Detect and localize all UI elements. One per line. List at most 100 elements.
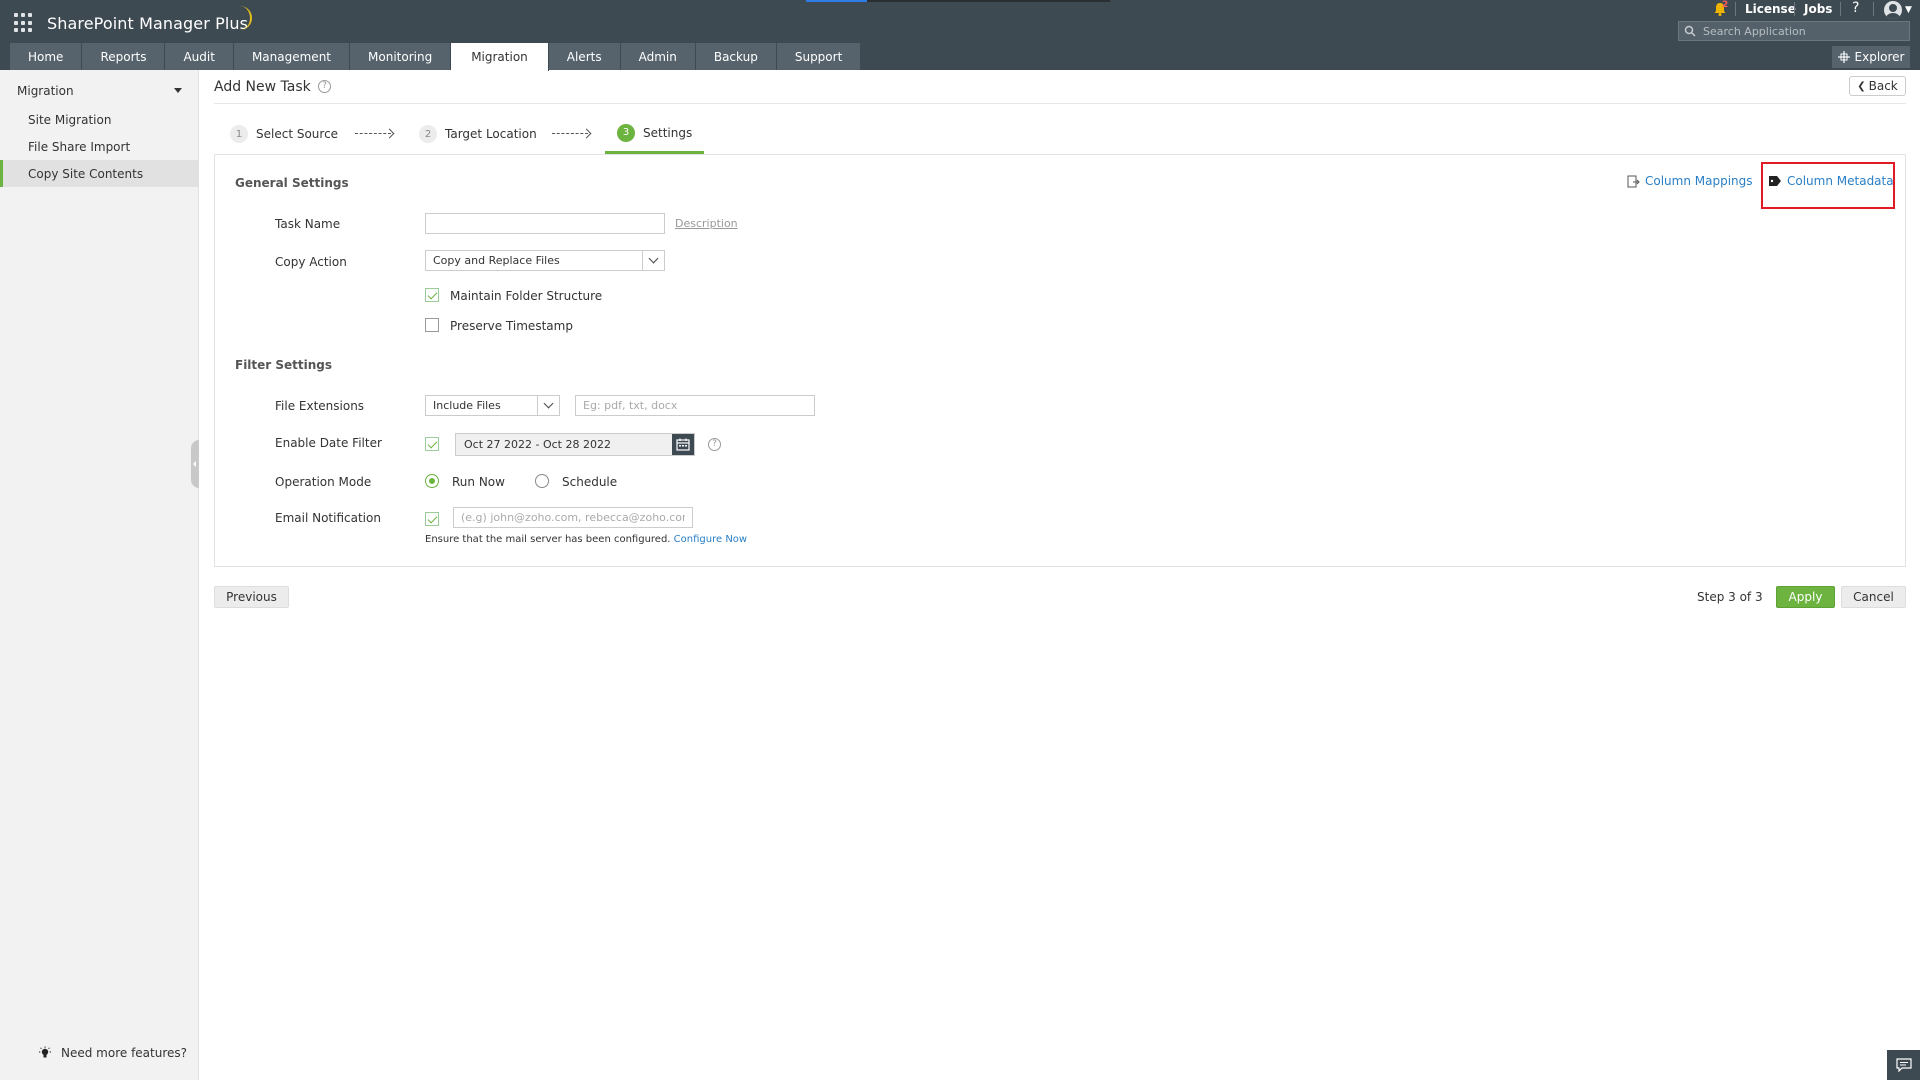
file-extensions-label: File Extensions bbox=[275, 399, 365, 413]
search-application-box[interactable] bbox=[1678, 21, 1910, 41]
tab-migration[interactable]: Migration bbox=[451, 43, 549, 71]
enable-date-filter-label: Enable Date Filter bbox=[275, 436, 382, 450]
date-range-field[interactable]: Oct 27 2022 - Oct 28 2022 bbox=[455, 433, 695, 456]
wizard-footer: Previous Step 3 of 3 Apply Cancel bbox=[214, 586, 1906, 608]
settings-panel: General Settings Column Mappings Column … bbox=[214, 154, 1906, 567]
task-name-label: Task Name bbox=[275, 217, 341, 231]
lightbulb-icon bbox=[39, 1046, 51, 1058]
tab-audit[interactable]: Audit bbox=[165, 43, 234, 70]
header-divider bbox=[1840, 2, 1841, 16]
configure-now-link[interactable]: Configure Now bbox=[674, 534, 747, 545]
tab-home[interactable]: Home bbox=[10, 43, 83, 70]
description-link[interactable]: Description bbox=[675, 217, 738, 230]
step-settings[interactable]: 3 Settings bbox=[605, 114, 705, 154]
search-icon bbox=[1684, 25, 1696, 37]
back-button[interactable]: ❮ Back bbox=[1849, 76, 1906, 96]
page-title: Add New Task bbox=[214, 79, 311, 95]
user-avatar-icon[interactable] bbox=[1884, 1, 1902, 19]
chevron-down-icon bbox=[642, 251, 664, 270]
maintain-folder-structure-checkbox[interactable] bbox=[425, 288, 439, 302]
maintain-folder-structure-label: Maintain Folder Structure bbox=[450, 289, 603, 303]
task-name-input[interactable] bbox=[425, 213, 665, 234]
step-target-location[interactable]: 2 Target Location bbox=[419, 114, 537, 154]
tab-reports[interactable]: Reports bbox=[82, 43, 166, 70]
schedule-label: Schedule bbox=[562, 475, 618, 489]
chevron-down-icon bbox=[537, 396, 559, 415]
tab-monitoring[interactable]: Monitoring bbox=[350, 43, 452, 70]
license-link[interactable]: License bbox=[1745, 2, 1796, 16]
top-header: SharePoint Manager Plus 2 License Jobs ?… bbox=[0, 0, 1920, 71]
email-notification-checkbox[interactable] bbox=[425, 512, 439, 526]
column-mappings-icon bbox=[1627, 175, 1640, 187]
need-more-features-link[interactable]: Need more features? bbox=[38, 1046, 187, 1060]
step-count: Step 3 of 3 bbox=[1697, 590, 1763, 604]
cancel-button[interactable]: Cancel bbox=[1841, 586, 1906, 608]
step-number: 3 bbox=[617, 123, 635, 142]
file-extensions-mode-select[interactable]: Include Files bbox=[425, 395, 560, 416]
step-arrow-icon bbox=[355, 133, 391, 135]
help-icon[interactable]: ? bbox=[1852, 0, 1859, 16]
general-settings-title: General Settings bbox=[235, 176, 349, 190]
mail-server-note-text: Ensure that the mail server has been con… bbox=[425, 534, 671, 545]
apply-button[interactable]: Apply bbox=[1776, 586, 1835, 608]
apps-grid-icon[interactable] bbox=[14, 13, 34, 33]
email-input[interactable] bbox=[453, 507, 693, 528]
jobs-link[interactable]: Jobs bbox=[1804, 2, 1832, 16]
step-label: Select Source bbox=[256, 127, 339, 141]
operation-mode-label: Operation Mode bbox=[275, 475, 372, 489]
previous-button[interactable]: Previous bbox=[214, 586, 289, 608]
column-metadata-label: Column Metadata bbox=[1787, 174, 1894, 188]
step-number: 1 bbox=[230, 125, 248, 143]
help-icon[interactable]: ? bbox=[318, 80, 331, 93]
enable-date-filter-checkbox[interactable] bbox=[425, 437, 439, 451]
search-input[interactable] bbox=[1703, 22, 1903, 40]
column-metadata-link[interactable]: Column Metadata bbox=[1768, 174, 1894, 188]
column-mappings-link[interactable]: Column Mappings bbox=[1627, 174, 1753, 188]
header-divider bbox=[1794, 2, 1795, 16]
sidebar-item-site-migration[interactable]: Site Migration bbox=[0, 106, 199, 133]
email-notification-label: Email Notification bbox=[275, 511, 381, 525]
tab-backup[interactable]: Backup bbox=[695, 43, 777, 70]
need-more-features-label: Need more features? bbox=[61, 1046, 188, 1060]
user-menu-caret-icon[interactable]: ▼ bbox=[1905, 5, 1912, 15]
chevron-left-icon: ❮ bbox=[1857, 80, 1866, 92]
tab-alerts[interactable]: Alerts bbox=[548, 43, 621, 70]
explorer-label: Explorer bbox=[1854, 50, 1905, 64]
sidebar-item-label: Copy Site Contents bbox=[28, 166, 144, 181]
tab-support[interactable]: Support bbox=[776, 43, 862, 70]
chat-icon[interactable] bbox=[1887, 1050, 1920, 1080]
notification-count-badge: 2 bbox=[1722, 0, 1729, 10]
schedule-radio[interactable] bbox=[535, 474, 549, 488]
sidebar-item-label: File Share Import bbox=[28, 139, 131, 154]
step-number: 2 bbox=[419, 125, 437, 143]
sidebar-collapse-handle[interactable] bbox=[191, 440, 199, 488]
sidebar-item-copy-site-contents[interactable]: Copy Site Contents bbox=[0, 160, 199, 187]
run-now-radio[interactable] bbox=[425, 474, 439, 488]
column-mappings-label: Column Mappings bbox=[1645, 174, 1753, 188]
tab-management[interactable]: Management bbox=[233, 43, 351, 70]
filter-settings-title: Filter Settings bbox=[235, 358, 333, 372]
wizard-stepper: 1 Select Source 2 Target Location 3 Sett… bbox=[214, 114, 1906, 154]
tab-admin[interactable]: Admin bbox=[620, 43, 696, 70]
page-load-progress-fill bbox=[806, 0, 867, 2]
sidebar-title[interactable]: Migration bbox=[17, 84, 74, 98]
copy-action-label: Copy Action bbox=[275, 255, 347, 269]
calendar-icon[interactable] bbox=[672, 434, 694, 455]
copy-action-select[interactable]: Copy and Replace Files bbox=[425, 250, 665, 271]
header-divider bbox=[1735, 2, 1736, 16]
chevron-down-icon[interactable] bbox=[174, 88, 182, 93]
header-divider bbox=[1873, 2, 1874, 16]
sidebar: Migration Site Migration File Share Impo… bbox=[0, 70, 199, 1080]
explorer-button[interactable]: Explorer bbox=[1832, 46, 1910, 68]
sidebar-item-file-share-import[interactable]: File Share Import bbox=[0, 133, 199, 160]
step-label: Target Location bbox=[445, 127, 537, 141]
file-extensions-mode-value: Include Files bbox=[433, 399, 501, 412]
page-header: Add New Task ? ❮ Back bbox=[214, 70, 1906, 104]
date-filter-help-icon[interactable]: ? bbox=[708, 438, 721, 451]
step-select-source[interactable]: 1 Select Source bbox=[230, 114, 338, 154]
step-arrow-icon bbox=[552, 133, 588, 135]
file-extensions-input[interactable] bbox=[575, 395, 815, 416]
date-range-value: Oct 27 2022 - Oct 28 2022 bbox=[464, 438, 611, 451]
page-load-progress bbox=[806, 0, 1110, 2]
preserve-timestamp-checkbox[interactable] bbox=[425, 318, 439, 332]
